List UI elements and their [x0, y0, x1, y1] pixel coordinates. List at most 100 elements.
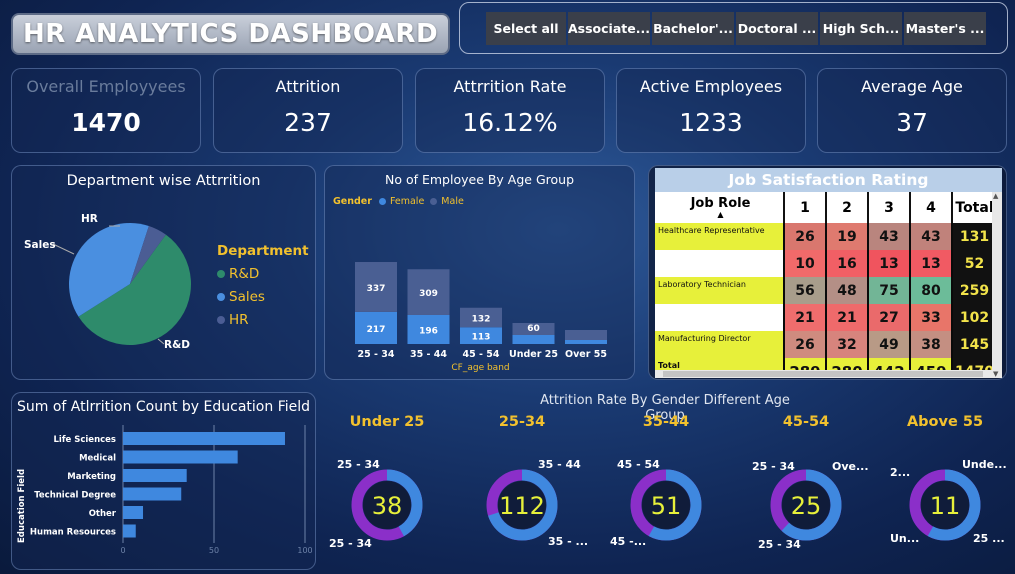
- table-vertical-scrollbar[interactable]: ▲ ▼: [992, 192, 1002, 378]
- male-data-label: 132: [472, 315, 491, 325]
- rating-cell[interactable]: 13: [911, 250, 953, 277]
- table-row[interactable]: Healthcare Representative 26 19 43 43 131: [655, 223, 998, 250]
- table-row[interactable]: 21 21 27 33 102: [655, 304, 998, 331]
- job-satisfaction-title: Job Satisfaction Rating: [655, 168, 1002, 192]
- edu-bar-chart[interactable]: Life Sciences Medical Marketing Technical D…: [12, 425, 312, 565]
- dept-legend-title: Department: [217, 243, 309, 259]
- kpi-average-age[interactable]: Average Age 37: [817, 68, 1007, 153]
- kpi-value: 37: [896, 108, 928, 137]
- rating-cell[interactable]: 43: [869, 223, 911, 250]
- edu-category-label: Human Resources: [30, 528, 116, 538]
- edu-bar: [123, 450, 238, 464]
- scroll-down-icon[interactable]: ▼: [993, 370, 998, 378]
- donut-slice-label: 2...: [890, 466, 911, 479]
- legend-dot-icon: [217, 315, 225, 324]
- header-rating-2[interactable]: 2: [827, 192, 869, 223]
- donut-title-1: 25-34: [498, 414, 546, 430]
- donut-value: 51: [651, 492, 682, 520]
- age-group-panel[interactable]: No of Employee By Age Group Gender Femal…: [324, 165, 635, 380]
- x-tick-label: Over 55: [565, 349, 607, 360]
- donut-value: 25: [791, 492, 822, 520]
- rating-cell[interactable]: 32: [827, 331, 869, 358]
- rating-cell[interactable]: 26: [785, 331, 827, 358]
- slicer-select-all[interactable]: Select all: [486, 12, 566, 45]
- job-satisfaction-grid: Job Role ▲ 1 2 3 4 Total Healthcare Repr…: [655, 192, 998, 378]
- job-satisfaction-table[interactable]: Job Satisfaction Rating Job Role ▲ 1 2 3…: [655, 168, 1002, 378]
- legend-item-sales[interactable]: Sales: [217, 285, 265, 308]
- donut-slice-label: Ove...: [832, 460, 869, 473]
- rating-cell[interactable]: 13: [869, 250, 911, 277]
- pie-label-sales: Sales: [24, 239, 56, 251]
- slicer-bachelor[interactable]: Bachelor'...: [652, 12, 734, 45]
- job-role-cell[interactable]: Laboratory Technician: [655, 277, 785, 304]
- header-rating-3[interactable]: 3: [869, 192, 911, 223]
- edu-category-label: Other: [89, 509, 117, 519]
- donut-chart[interactable]: 25: [766, 465, 846, 545]
- table-row[interactable]: 10 16 13 13 52: [655, 250, 998, 277]
- x-tick-label: Under 25: [509, 349, 558, 360]
- kpi-label: Average Age: [861, 77, 963, 96]
- donut-value: 38: [372, 492, 403, 520]
- donut-slice-label: 45 -...: [610, 535, 647, 548]
- job-role-cell[interactable]: [655, 304, 785, 331]
- donut-chart[interactable]: 112: [482, 465, 562, 545]
- rating-cell[interactable]: 75: [869, 277, 911, 304]
- slicer-masters[interactable]: Master's ...: [904, 12, 986, 45]
- header-job-role[interactable]: Job Role ▲: [655, 192, 785, 223]
- header-rating-4[interactable]: 4: [911, 192, 953, 223]
- job-role-cell[interactable]: Healthcare Representative: [655, 223, 785, 250]
- donut-slice-label: Unde...: [962, 458, 1007, 471]
- kpi-attrition-rate[interactable]: Attrrition Rate 16.12%: [415, 68, 605, 153]
- header-rating-1[interactable]: 1: [785, 192, 827, 223]
- table-row[interactable]: Manufacturing Director 26 32 49 38 145: [655, 331, 998, 358]
- dept-pie-chart[interactable]: HR Sales R&D: [12, 196, 317, 376]
- kpi-value: 237: [284, 108, 332, 137]
- legend-dot-icon: [217, 292, 225, 301]
- legend-label: R&D: [229, 265, 260, 282]
- dept-attrition-panel[interactable]: Department wise Attrrition HR Sales R&D De…: [11, 165, 316, 380]
- slicer-high-school[interactable]: High Sch...: [820, 12, 902, 45]
- slicer-associate[interactable]: Associate...: [568, 12, 650, 45]
- edu-category-label: Technical Degree: [34, 491, 116, 501]
- rating-cell[interactable]: 27: [869, 304, 911, 331]
- male-dot-icon: [430, 198, 438, 205]
- rating-cell[interactable]: 26: [785, 223, 827, 250]
- donut-chart[interactable]: 38: [347, 465, 427, 545]
- kpi-attrition[interactable]: Attrition 237: [213, 68, 403, 153]
- edu-bar: [123, 506, 144, 519]
- kpi-label: Attrrition Rate: [453, 77, 567, 96]
- legend-item-rd[interactable]: R&D: [217, 262, 265, 285]
- dashboard-title: HR ANALYTICS DASHBOARD: [11, 13, 450, 55]
- donut-slice-label: 25 - 34: [752, 460, 795, 473]
- rating-cell[interactable]: 48: [827, 277, 869, 304]
- rating-cell[interactable]: 38: [911, 331, 953, 358]
- rating-cell[interactable]: 56: [785, 277, 827, 304]
- rating-cell[interactable]: 43: [911, 223, 953, 250]
- edu-category-label: Life Sciences: [53, 435, 116, 445]
- edu-field-panel[interactable]: Sum of Atlrrition Count by Education Fie…: [11, 392, 316, 570]
- kpi-label: Active Employees: [639, 77, 783, 96]
- job-role-cell[interactable]: [655, 250, 785, 277]
- age-bar-chart[interactable]: 217 337 25 - 34 196 309 35 - 44 113 132 45 - 54 6…: [325, 206, 636, 376]
- scroll-up-icon[interactable]: ▲: [993, 192, 998, 200]
- x-tick-label: 100: [297, 546, 312, 555]
- rating-cell[interactable]: 49: [869, 331, 911, 358]
- slicer-doctoral[interactable]: Doctoral ...: [736, 12, 818, 45]
- scroll-thumb[interactable]: [663, 371, 983, 377]
- legend-item-hr[interactable]: HR: [217, 308, 265, 331]
- rating-cell[interactable]: 21: [785, 304, 827, 331]
- rating-cell[interactable]: 10: [785, 250, 827, 277]
- female-data-label: 196: [419, 326, 438, 336]
- rating-cell[interactable]: 19: [827, 223, 869, 250]
- rating-cell[interactable]: 80: [911, 277, 953, 304]
- table-horizontal-scrollbar[interactable]: [655, 370, 992, 378]
- table-row[interactable]: Laboratory Technician 56 48 75 80 259: [655, 277, 998, 304]
- rating-cell[interactable]: 21: [827, 304, 869, 331]
- kpi-active-employees[interactable]: Active Employees 1233: [616, 68, 806, 153]
- rating-cell[interactable]: 16: [827, 250, 869, 277]
- rating-cell[interactable]: 33: [911, 304, 953, 331]
- header-job-role-label: Job Role: [690, 196, 751, 211]
- kpi-overall-employees[interactable]: Overall Employyees 1470: [11, 68, 201, 153]
- job-role-cell[interactable]: Manufacturing Director: [655, 331, 785, 358]
- donut-chart[interactable]: 51: [626, 465, 706, 545]
